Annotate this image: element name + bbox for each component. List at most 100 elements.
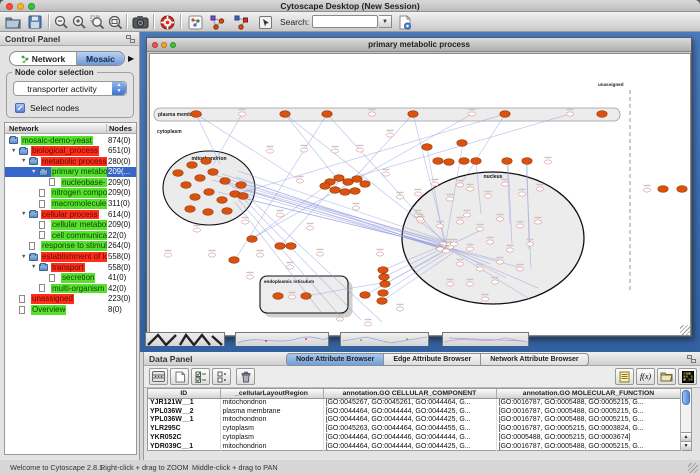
network-node-highlighted[interactable] bbox=[500, 111, 510, 118]
tree-expander-icon[interactable]: ▼ bbox=[31, 264, 36, 270]
network-node-highlighted[interactable] bbox=[217, 197, 227, 204]
network-node[interactable] bbox=[276, 213, 283, 217]
network-node[interactable] bbox=[463, 213, 470, 217]
network-node-highlighted[interactable] bbox=[522, 158, 532, 165]
scroll-down-button[interactable]: ▼ bbox=[681, 441, 691, 450]
network-node-highlighted[interactable] bbox=[185, 206, 195, 213]
color-attribute-dropdown[interactable]: transporter activity ▲▼ bbox=[13, 81, 127, 96]
window-resize-grip[interactable] bbox=[680, 325, 690, 335]
table-column-header[interactable]: annotation.GO MOLECULAR_FUNCTION bbox=[496, 389, 681, 398]
heatmap-button[interactable] bbox=[678, 368, 697, 385]
tree-row-overview[interactable]: Overview8(0) bbox=[5, 305, 136, 316]
new-network-button[interactable] bbox=[186, 13, 204, 31]
plasma-membrane-region[interactable] bbox=[154, 108, 620, 121]
network-node-highlighted[interactable] bbox=[677, 186, 687, 193]
network-node[interactable] bbox=[536, 187, 543, 191]
network-node[interactable] bbox=[468, 112, 475, 116]
network-node[interactable] bbox=[416, 217, 423, 221]
network-node-highlighted[interactable] bbox=[275, 243, 285, 250]
tree-row-nitrogen-compo[interactable]: nitrogen compo209(0) bbox=[5, 188, 136, 199]
network-node-highlighted[interactable] bbox=[203, 209, 213, 216]
tree-expander-icon[interactable]: ▼ bbox=[21, 211, 26, 217]
function-builder-button[interactable]: f(x) bbox=[636, 368, 655, 385]
network-node-highlighted[interactable] bbox=[334, 175, 344, 182]
table-row[interactable]: YJR121W__1mitochondrion[GO:0045267, GO:0… bbox=[148, 398, 681, 407]
network-node-highlighted[interactable] bbox=[222, 208, 232, 215]
search-input[interactable] bbox=[312, 15, 378, 28]
tree-row-primary-metabol[interactable]: ▼primary metabol209(... bbox=[5, 167, 136, 178]
zoom-out-button[interactable] bbox=[52, 13, 70, 31]
network-node[interactable] bbox=[352, 206, 359, 210]
network-node[interactable] bbox=[518, 192, 525, 196]
network-node[interactable] bbox=[481, 297, 488, 301]
float-panel-icon[interactable] bbox=[687, 355, 696, 363]
network-node[interactable] bbox=[246, 275, 253, 279]
network-node-highlighted[interactable] bbox=[220, 178, 230, 185]
tree-expander-icon[interactable]: ▼ bbox=[11, 148, 16, 154]
network-node[interactable] bbox=[534, 220, 541, 224]
network-node[interactable] bbox=[491, 280, 498, 284]
network-node-highlighted[interactable] bbox=[229, 257, 239, 264]
tree-row-secretion[interactable]: secretion41(0) bbox=[5, 273, 136, 284]
tab-node-attribute-browser[interactable]: Node Attribute Browser bbox=[286, 353, 384, 366]
network-node[interactable] bbox=[431, 182, 438, 186]
help-button[interactable] bbox=[158, 13, 176, 31]
network-node[interactable] bbox=[496, 217, 503, 221]
network-node[interactable] bbox=[296, 179, 303, 183]
network-node-highlighted[interactable] bbox=[238, 193, 248, 200]
network-node-highlighted[interactable] bbox=[301, 293, 311, 300]
zoom-in-button[interactable] bbox=[70, 13, 88, 31]
table-row[interactable]: YLR295Ccytoplasm[GO:0045263, GO:0044464,… bbox=[148, 424, 681, 433]
network-node[interactable] bbox=[238, 112, 245, 116]
tab-network-attribute-browser[interactable]: Network Attribute Browser bbox=[481, 353, 588, 366]
tab-edge-attribute-browser[interactable]: Edge Attribute Browser bbox=[384, 353, 481, 366]
zoom-selected-button[interactable] bbox=[88, 13, 106, 31]
network-node[interactable] bbox=[241, 220, 248, 224]
network-node[interactable] bbox=[376, 252, 383, 256]
network-node[interactable] bbox=[164, 253, 171, 257]
network-node-highlighted[interactable] bbox=[340, 189, 350, 196]
network-node-highlighted[interactable] bbox=[280, 111, 290, 118]
network-node[interactable] bbox=[566, 112, 573, 116]
tree-row-mosaic-demo-yeast[interactable]: mosaic-demo-yeast874(0) bbox=[5, 135, 136, 146]
network-node[interactable] bbox=[396, 307, 403, 311]
network-canvas[interactable]: plasma membranecytoplasmmitochondrionnuc… bbox=[149, 53, 691, 336]
network-node[interactable] bbox=[544, 160, 551, 164]
network-window-titlebar[interactable]: primary metabolic process bbox=[147, 38, 691, 52]
table-row[interactable]: YPL036W__2plasma membrane[GO:0044464, GO… bbox=[148, 407, 681, 416]
network-node[interactable] bbox=[256, 253, 263, 257]
network-node[interactable] bbox=[446, 282, 453, 286]
table-column-header[interactable]: ID bbox=[148, 389, 220, 398]
background-window-fragment[interactable] bbox=[442, 332, 529, 346]
scrollbar-thumb[interactable] bbox=[682, 390, 690, 405]
network-node[interactable] bbox=[643, 188, 650, 192]
network-node[interactable] bbox=[382, 172, 389, 176]
network-node-highlighted[interactable] bbox=[322, 111, 332, 118]
network-node-highlighted[interactable] bbox=[378, 267, 388, 274]
network-node[interactable] bbox=[331, 149, 338, 153]
network-node-highlighted[interactable] bbox=[286, 243, 296, 250]
network-node-highlighted[interactable] bbox=[459, 158, 469, 165]
open-file-button[interactable] bbox=[4, 13, 22, 31]
network-node[interactable] bbox=[193, 228, 200, 232]
network-node[interactable] bbox=[456, 220, 463, 224]
network-node[interactable] bbox=[476, 267, 483, 271]
network-node-highlighted[interactable] bbox=[201, 158, 211, 165]
tree-expander-icon[interactable]: ▼ bbox=[21, 158, 26, 164]
network-node[interactable] bbox=[288, 295, 295, 299]
network-node-highlighted[interactable] bbox=[380, 281, 390, 288]
import-attributes-button[interactable] bbox=[657, 368, 676, 385]
network-node-highlighted[interactable] bbox=[658, 186, 668, 193]
new-attribute-button[interactable] bbox=[170, 368, 189, 385]
tree-expander-icon[interactable]: ▼ bbox=[31, 169, 36, 175]
attribute-batch-button[interactable] bbox=[615, 368, 634, 385]
network-node-highlighted[interactable] bbox=[191, 111, 201, 118]
network-node-highlighted[interactable] bbox=[457, 140, 467, 147]
tree-row-macromolecule[interactable]: macromolecule311(0) bbox=[5, 199, 136, 210]
network-node-highlighted[interactable] bbox=[187, 162, 197, 169]
tree-row-unassigned[interactable]: unassigned223(0) bbox=[5, 294, 136, 305]
network-node[interactable] bbox=[466, 247, 473, 251]
network-node-highlighted[interactable] bbox=[379, 274, 389, 281]
network-node[interactable] bbox=[436, 247, 443, 251]
tree-row-cellular-metabol[interactable]: cellular metabol209(0) bbox=[5, 220, 136, 231]
